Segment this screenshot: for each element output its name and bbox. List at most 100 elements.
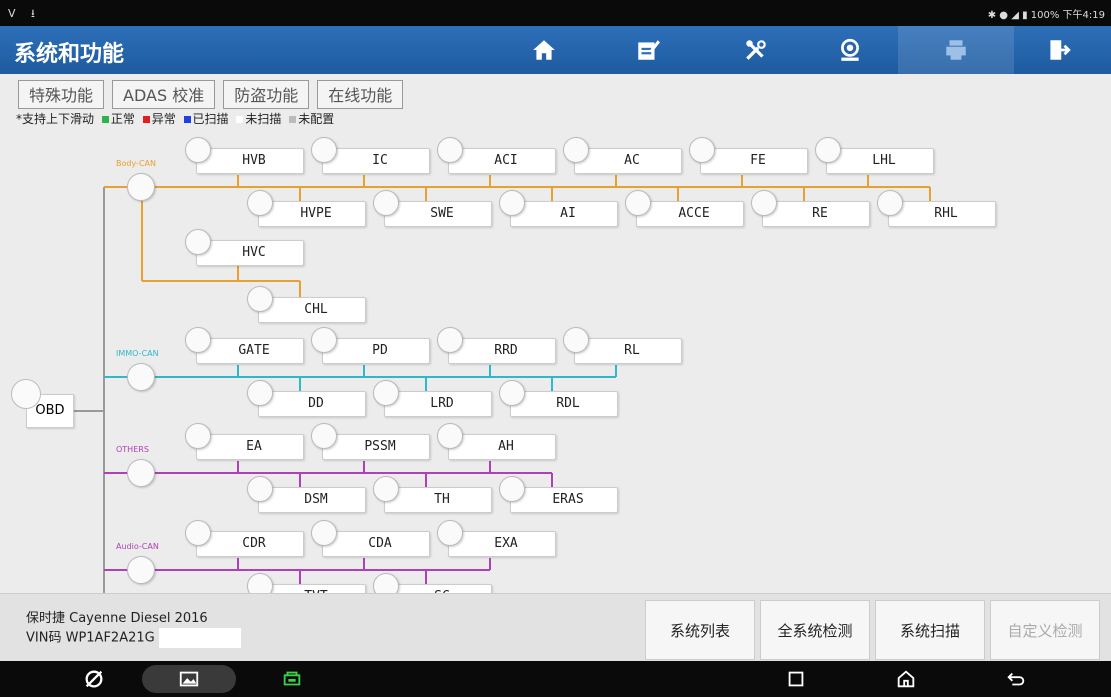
legend-scanned: 已扫描 [192, 112, 229, 126]
ecu-node[interactable]: HVB [185, 137, 304, 174]
browser-button[interactable] [74, 665, 114, 693]
ecu-node[interactable]: HVC [185, 229, 304, 266]
node-label: IC [372, 153, 388, 168]
ecu-node[interactable]: AI [499, 190, 618, 227]
ecu-node[interactable]: SWE [373, 190, 492, 227]
legend-prefix: *支持上下滑动 [16, 112, 95, 126]
node-status-circle [247, 476, 273, 502]
print-button[interactable] [898, 26, 1014, 74]
node-label: EA [246, 439, 262, 454]
ecu-node[interactable]: CHL [247, 286, 366, 323]
ecu-node[interactable]: CDR [185, 520, 304, 557]
ecu-node[interactable]: GATE [185, 327, 304, 364]
node-status-circle [373, 190, 399, 216]
node-status-circle [437, 423, 463, 449]
ecu-node[interactable]: DSM [247, 476, 366, 513]
ecu-node[interactable]: ACI [437, 137, 556, 174]
ecu-node[interactable]: TVT [247, 573, 366, 593]
vehicle-info: 保时捷 Cayenne Diesel 2016 VIN码 WP1AF2A21G [26, 610, 241, 648]
gallery-button[interactable] [142, 665, 236, 693]
home-button[interactable] [486, 26, 602, 74]
ecu-node[interactable]: RE [751, 190, 870, 227]
recent-apps-button[interactable] [776, 665, 816, 693]
bus-label: Audio-CAN [116, 542, 159, 551]
node-status-circle [311, 520, 337, 546]
bus-label: OTHERS [116, 445, 149, 454]
tools-icon [746, 40, 766, 60]
obd-node[interactable]: OBD [11, 379, 74, 428]
legend-normal: 正常 [110, 112, 135, 126]
node-label: AI [560, 206, 576, 221]
node-status-circle [373, 573, 399, 593]
node-label: CHL [304, 302, 328, 317]
node-status-circle [437, 520, 463, 546]
ecu-node[interactable]: FE [689, 137, 808, 174]
ecu-node[interactable]: AH [437, 423, 556, 460]
recent-apps-icon [788, 671, 804, 687]
vci-button[interactable] [272, 665, 312, 693]
system-topology: OBD Body-CAN HVB IC ACI AC FE LHL HVPE SWE AI ACCE… [0, 130, 1111, 593]
legend-abnormal: 异常 [151, 112, 176, 126]
ecu-node[interactable]: RL [563, 327, 682, 364]
node-status-circle [437, 327, 463, 353]
node-status-circle [311, 423, 337, 449]
node-label: AH [498, 439, 514, 454]
edit-icon [638, 40, 660, 60]
ecu-node[interactable]: EXA [437, 520, 556, 557]
node-status-circle [185, 520, 211, 546]
ecu-node[interactable]: LRD [373, 380, 492, 417]
ecu-node[interactable]: RRD [437, 327, 556, 364]
legend-swatch-abnormal [142, 115, 150, 123]
node-status-circle [877, 190, 903, 216]
node-label: TH [434, 492, 450, 507]
ecu-node[interactable]: LHL [815, 137, 934, 174]
ecu-node[interactable]: EA [185, 423, 304, 460]
full-system-scan-button[interactable]: 全系统检测 [760, 600, 870, 660]
ecu-node[interactable]: SC [373, 573, 492, 593]
status-bar: ᐯ ⭳ ✱ ● ◢ ▮ 100% 下午4:19 [0, 0, 1111, 26]
system-scan-button[interactable]: 系统扫描 [875, 600, 985, 660]
edit-button[interactable] [590, 26, 706, 74]
ecu-node[interactable]: HVPE [247, 190, 366, 227]
node-label: LRD [430, 396, 454, 411]
ecu-node[interactable]: RDL [499, 380, 618, 417]
node-label: DD [308, 396, 324, 411]
home-nav-button[interactable] [886, 665, 926, 693]
status-right: ✱ ● ◢ ▮ 100% 下午4:19 [987, 10, 1105, 21]
tab-anti-theft[interactable]: 防盗功能 [223, 80, 310, 109]
node-status-circle [311, 327, 337, 353]
exit-button[interactable] [1000, 26, 1111, 74]
node-status-circle [499, 476, 525, 502]
tab-adas-calibration[interactable]: ADAS 校准 [112, 80, 216, 109]
status-legend: *支持上下滑动 正常 异常 已扫描 未扫描 未配置 [16, 110, 334, 127]
tab-special-functions[interactable]: 特殊功能 [18, 80, 105, 109]
node-label: RE [812, 206, 828, 221]
legend-not-configured: 未配置 [298, 112, 335, 126]
ecu-node[interactable]: PD [311, 327, 430, 364]
node-status-circle [247, 573, 273, 593]
ecu-node[interactable]: TH [373, 476, 492, 513]
ecu-node[interactable]: DD [247, 380, 366, 417]
system-list-button[interactable]: 系统列表 [645, 600, 755, 660]
node-label: RRD [494, 343, 518, 358]
node-label: CDR [242, 536, 266, 551]
node-status-circle [563, 327, 589, 353]
ecu-node[interactable]: RHL [877, 190, 996, 227]
status-left-icons: ᐯ ⭳ [8, 7, 41, 20]
support-icon [841, 38, 859, 61]
ecu-node[interactable]: PSSM [311, 423, 430, 460]
vehicle-vin: VIN码 WP1AF2A21G [26, 630, 155, 646]
ecu-node[interactable]: CDA [311, 520, 430, 557]
ecu-node[interactable]: ERAS [499, 476, 618, 513]
back-button[interactable] [996, 665, 1036, 693]
custom-scan-button[interactable]: 自定义检测 [990, 600, 1100, 660]
ecu-node[interactable]: AC [563, 137, 682, 174]
ecu-node[interactable]: IC [311, 137, 430, 174]
support-button[interactable] [792, 26, 908, 74]
legend-swatch-normal [101, 115, 109, 123]
node-label: RHL [934, 206, 958, 221]
node-label: AC [624, 153, 640, 168]
ecu-node[interactable]: ACCE [625, 190, 744, 227]
node-label: RDL [556, 396, 580, 411]
tab-online-functions[interactable]: 在线功能 [317, 80, 404, 109]
